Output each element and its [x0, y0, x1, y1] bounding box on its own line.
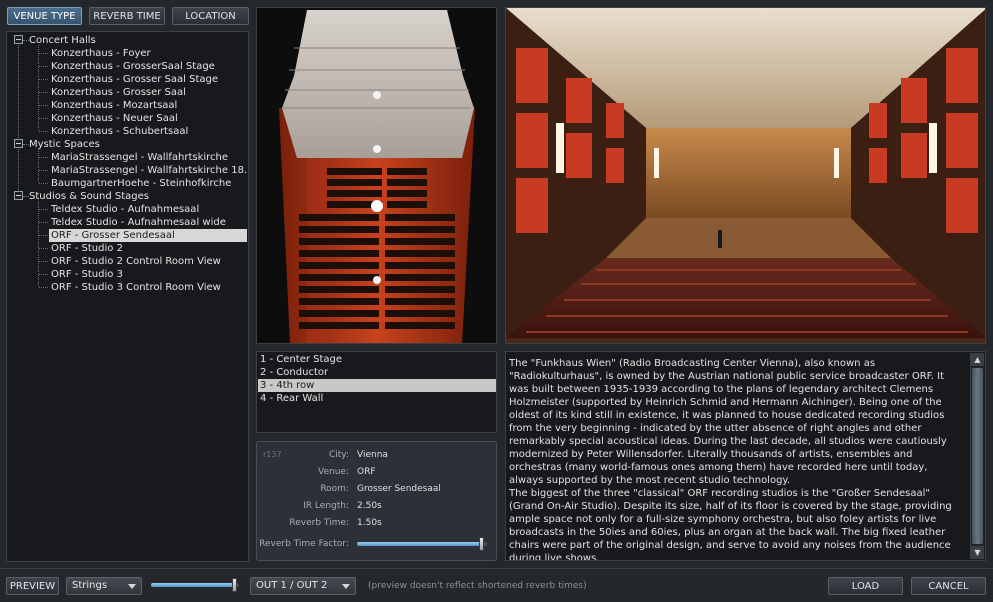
venue-tree[interactable]: Concert Halls Konzerthaus - Foyer Konzer… [6, 31, 249, 562]
floor-plan-drawing [279, 10, 475, 343]
preview-volume-fill [151, 583, 236, 587]
bottom-divider [0, 568, 993, 569]
instrument-value: Strings [72, 580, 108, 591]
tree-item[interactable]: ORF - Studio 2 [49, 242, 125, 255]
reverb-factor-label: Reverb Time Factor: [259, 539, 349, 549]
venue-value: ORF [357, 467, 376, 477]
tree-group-mystic-spaces[interactable]: Mystic Spaces [29, 138, 100, 151]
reverb-factor-thumb[interactable] [478, 537, 484, 551]
tree-item[interactable]: ORF - Studio 2 Control Room View [49, 255, 223, 268]
ir-length-value: 2.50s [357, 501, 382, 511]
ir-id: r137 [263, 450, 282, 459]
scroll-up-icon[interactable]: ▲ [971, 353, 984, 366]
tree-item[interactable]: Konzerthaus - Mozartsaal [49, 99, 179, 112]
chevron-down-icon [128, 584, 136, 589]
output-select[interactable]: OUT 1 / OUT 2 [250, 577, 356, 595]
tree-item[interactable]: Konzerthaus - Schubertsaal [49, 125, 190, 138]
expand-concert-halls-icon[interactable] [14, 35, 23, 44]
tree-group-studios[interactable]: Studios & Sound Stages [29, 190, 149, 203]
chevron-down-icon [342, 584, 350, 589]
tree-item-selected[interactable]: ORF - Grosser Sendesaal [49, 229, 247, 242]
venue-description: The "Funkhaus Wien" (Radio Broadcasting … [505, 351, 986, 561]
mic-position-3-selected[interactable] [371, 200, 383, 212]
preview-volume-slider[interactable] [151, 578, 239, 592]
tree-item[interactable]: ORF - Studio 3 Control Room View [49, 281, 223, 294]
preview-button[interactable]: PREVIEW [6, 577, 59, 595]
output-value: OUT 1 / OUT 2 [256, 580, 328, 591]
venue-photo [505, 7, 986, 344]
mic-position-1[interactable] [373, 91, 381, 99]
room-label: Room: [320, 484, 349, 494]
tree-item[interactable]: Teldex Studio - Aufnahmesaal wide [49, 216, 228, 229]
cancel-button[interactable]: CANCEL [911, 577, 986, 595]
tab-location[interactable]: LOCATION [172, 7, 249, 25]
tree-item[interactable]: Konzerthaus - GrosserSaal Stage [49, 60, 217, 73]
preview-volume-thumb[interactable] [232, 578, 238, 592]
venue-info-panel: r137 City: Vienna Venue: ORF Room: Gross… [256, 441, 497, 561]
tab-reverb-time[interactable]: REVERB TIME [89, 7, 165, 25]
tree-item[interactable]: Konzerthaus - Grosser Saal Stage [49, 73, 220, 86]
tree-group-concert-halls[interactable]: Concert Halls [29, 34, 96, 47]
ir-length-label: IR Length: [303, 501, 349, 511]
load-button[interactable]: LOAD [828, 577, 903, 595]
reverb-factor-slider[interactable] [357, 537, 487, 551]
expand-mystic-spaces-icon[interactable] [14, 139, 23, 148]
tree-item[interactable]: Konzerthaus - Neuer Saal [49, 112, 180, 125]
description-scrollbar[interactable]: ▲ ▼ [970, 353, 984, 559]
tree-item[interactable]: Teldex Studio - Aufnahmesaal [49, 203, 201, 216]
scroll-thumb[interactable] [972, 368, 983, 544]
position-item[interactable]: 1 - Center Stage [258, 353, 496, 366]
reverb-time-label: Reverb Time: [289, 518, 349, 528]
tree-item[interactable]: ORF - Studio 3 [49, 268, 125, 281]
venue-floor-plan [256, 7, 497, 344]
reverb-time-value: 1.50s [357, 518, 382, 528]
reverb-factor-fill [357, 542, 482, 546]
preview-note: (preview doesn't reflect shortened rever… [368, 581, 587, 591]
tree-item[interactable]: Konzerthaus - Grosser Saal [49, 86, 188, 99]
position-item[interactable]: 2 - Conductor [258, 366, 496, 379]
description-paragraph-1: The "Funkhaus Wien" (Radio Broadcasting … [509, 358, 947, 486]
city-label: City: [328, 450, 349, 460]
description-paragraph-2: The biggest of the three "classical" ORF… [509, 488, 952, 561]
expand-studios-icon[interactable] [14, 191, 23, 200]
room-value: Grosser Sendesaal [357, 484, 441, 494]
tree-item[interactable]: BaumgartnerHoehe - Steinhofkirche [49, 177, 233, 190]
position-item[interactable]: 4 - Rear Wall [258, 392, 496, 405]
hall-photo-illustration [506, 8, 985, 343]
scroll-down-icon[interactable]: ▼ [971, 546, 984, 559]
city-value: Vienna [357, 450, 388, 460]
venue-label: Venue: [318, 467, 349, 477]
mic-position-list[interactable]: 1 - Center Stage 2 - Conductor 3 - 4th r… [256, 351, 497, 433]
tab-venue-type[interactable]: VENUE TYPE [7, 7, 82, 25]
tree-item[interactable]: MariaStrassengel - Wallfahrtskirche [49, 151, 230, 164]
mic-position-2[interactable] [373, 145, 381, 153]
position-item-selected[interactable]: 3 - 4th row [258, 379, 496, 392]
mic-position-4[interactable] [373, 276, 381, 284]
tree-item[interactable]: MariaStrassengel - Wallfahrtskirche 18..… [49, 164, 248, 177]
instrument-select[interactable]: Strings [66, 577, 142, 595]
tree-item[interactable]: Konzerthaus - Foyer [49, 47, 153, 60]
